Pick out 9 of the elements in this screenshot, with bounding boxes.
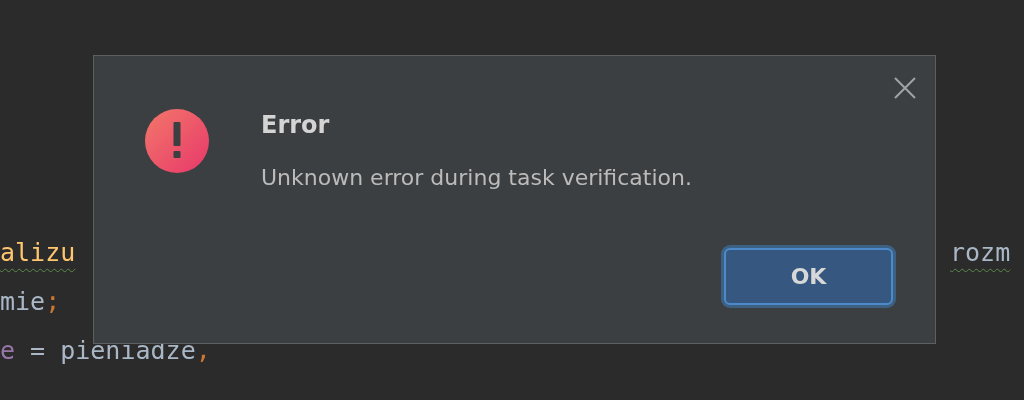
code-line: rozm: [950, 236, 1011, 269]
code-line: e = pieniadze,: [0, 334, 211, 367]
error-icon: [144, 108, 210, 174]
close-icon[interactable]: [893, 76, 917, 100]
ok-button[interactable]: OK: [724, 248, 893, 305]
code-line: mie;: [0, 285, 61, 318]
code-line: alizu: [0, 236, 76, 269]
dialog-title: Error: [261, 111, 331, 139]
error-message: Unknown error during task verification.: [261, 165, 692, 190]
